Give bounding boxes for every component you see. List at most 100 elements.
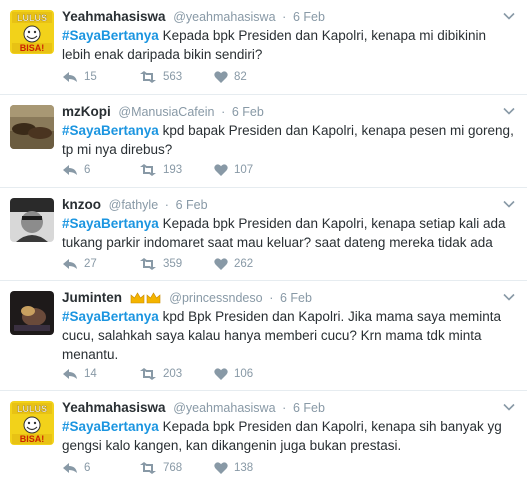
crown-emoji-icon [130, 292, 160, 304]
reply-button[interactable]: 6 [62, 462, 139, 474]
avatar-top-text: LULUS [17, 13, 47, 23]
avatar-lulus-bisa-image: LULUS BISA! [10, 401, 54, 445]
heart-icon [214, 462, 228, 474]
reply-button[interactable]: 15 [62, 71, 139, 83]
username[interactable]: @yeahmahasiswa [173, 10, 275, 24]
like-count: 82 [234, 71, 247, 83]
timestamp[interactable]: 6 Feb [176, 198, 208, 212]
hashtag-link[interactable]: #SayaBertanya [62, 309, 159, 324]
tweet-actions: 15 563 82 [62, 68, 274, 86]
like-count: 138 [234, 462, 254, 474]
like-count: 106 [234, 368, 254, 380]
reply-count: 27 [84, 258, 97, 270]
display-name[interactable]: Juminten [62, 290, 122, 305]
tweet-actions: 6 768 138 [62, 459, 274, 477]
reply-button[interactable]: 6 [62, 164, 139, 176]
tweet-actions: 27 359 262 [62, 255, 274, 273]
username[interactable]: @yeahmahasiswa [173, 401, 275, 415]
avatar[interactable]: LULUS BISA! [10, 10, 54, 54]
display-name[interactable]: Yeahmahasiswa [62, 400, 166, 415]
hashtag-link[interactable]: #SayaBertanya [62, 419, 159, 434]
avatar-top-text: LULUS [17, 404, 47, 414]
retweet-icon [140, 258, 156, 270]
avatar-lulus-bisa-image: LULUS BISA! [10, 10, 54, 54]
avatar[interactable]: LULUS BISA! [10, 401, 54, 445]
separator: · [269, 291, 274, 305]
display-name[interactable]: Yeahmahasiswa [62, 9, 166, 24]
chevron-down-icon[interactable] [503, 293, 515, 301]
reply-count: 15 [84, 71, 97, 83]
reply-icon [63, 259, 77, 269]
hashtag-link[interactable]: #SayaBertanya [62, 123, 159, 138]
tweet-text: #SayaBertanya Kepada bpk Presiden dan Ka… [62, 417, 515, 455]
tweet-actions: 6 193 107 [62, 161, 274, 179]
reply-count: 14 [84, 368, 97, 380]
username[interactable]: @princessndeso [169, 291, 262, 305]
retweet-count: 359 [163, 258, 183, 270]
retweet-button[interactable]: 203 [139, 368, 214, 380]
tweet[interactable]: LULUS BISA! Yeahmahasiswa @yeahmahasiswa… [0, 391, 527, 488]
retweet-icon [140, 71, 156, 83]
hashtag-link[interactable]: #SayaBertanya [62, 216, 159, 231]
tweet[interactable]: LULUS BISA! Yeahmahasiswa @yeahmahasiswa… [0, 0, 527, 95]
retweet-icon [140, 164, 156, 176]
reply-button[interactable]: 14 [62, 368, 139, 380]
separator: · [221, 105, 226, 119]
tweet-text: #SayaBertanya Kepada bpk Presiden dan Ka… [62, 26, 515, 64]
retweet-icon [140, 368, 156, 380]
retweet-count: 563 [163, 71, 183, 83]
reply-icon [63, 369, 77, 379]
avatar-photo [10, 198, 54, 242]
tweet[interactable]: mzKopi @ManusiaCafein · 6 Feb #SayaBerta… [0, 95, 527, 188]
heart-icon [214, 164, 228, 176]
timestamp[interactable]: 6 Feb [293, 401, 325, 415]
avatar-photo [10, 291, 54, 335]
chevron-down-icon[interactable] [503, 200, 515, 208]
username[interactable]: @fathyle [109, 198, 159, 212]
retweet-button[interactable]: 768 [139, 462, 214, 474]
chevron-down-icon[interactable] [503, 107, 515, 115]
retweet-count: 768 [163, 462, 183, 474]
like-button[interactable]: 82 [214, 71, 274, 83]
reply-count: 6 [84, 164, 91, 176]
retweet-count: 203 [163, 368, 183, 380]
retweet-icon [140, 462, 156, 474]
avatar[interactable] [10, 105, 54, 149]
heart-icon [214, 368, 228, 380]
like-button[interactable]: 106 [214, 368, 274, 380]
separator: · [164, 198, 169, 212]
chevron-down-icon[interactable] [503, 12, 515, 20]
chevron-down-icon[interactable] [503, 403, 515, 411]
timestamp[interactable]: 6 Feb [293, 10, 325, 24]
display-name[interactable]: knzoo [62, 197, 101, 212]
reply-button[interactable]: 27 [62, 258, 139, 270]
like-button[interactable]: 262 [214, 258, 274, 270]
avatar-bottom-text: BISA! [20, 434, 45, 444]
reply-icon [63, 463, 77, 473]
hashtag-link[interactable]: #SayaBertanya [62, 28, 159, 43]
tweet-text: #SayaBertanya kpd Bpk Presiden dan Kapol… [62, 307, 515, 364]
like-count: 262 [234, 258, 254, 270]
timestamp[interactable]: 6 Feb [280, 291, 312, 305]
retweet-button[interactable]: 563 [139, 71, 214, 83]
separator: · [282, 401, 287, 415]
tweet-feed: LULUS BISA! Yeahmahasiswa @yeahmahasiswa… [0, 0, 527, 488]
display-name[interactable]: mzKopi [62, 104, 111, 119]
avatar-bottom-text: BISA! [20, 43, 45, 53]
avatar[interactable] [10, 291, 54, 335]
retweet-button[interactable]: 359 [139, 258, 214, 270]
avatar-photo [10, 105, 54, 149]
avatar[interactable] [10, 198, 54, 242]
tweet[interactable]: Juminten @princessndeso · 6 Feb #SayaBer… [0, 281, 527, 391]
timestamp[interactable]: 6 Feb [232, 105, 264, 119]
retweet-button[interactable]: 193 [139, 164, 214, 176]
like-count: 107 [234, 164, 254, 176]
like-button[interactable]: 138 [214, 462, 274, 474]
reply-icon [63, 165, 77, 175]
reply-icon [63, 72, 77, 82]
heart-icon [214, 71, 228, 83]
tweet-actions: 14 203 106 [62, 365, 274, 383]
tweet[interactable]: knzoo @fathyle · 6 Feb #SayaBertanya Kep… [0, 188, 527, 281]
username[interactable]: @ManusiaCafein [118, 105, 214, 119]
like-button[interactable]: 107 [214, 164, 274, 176]
